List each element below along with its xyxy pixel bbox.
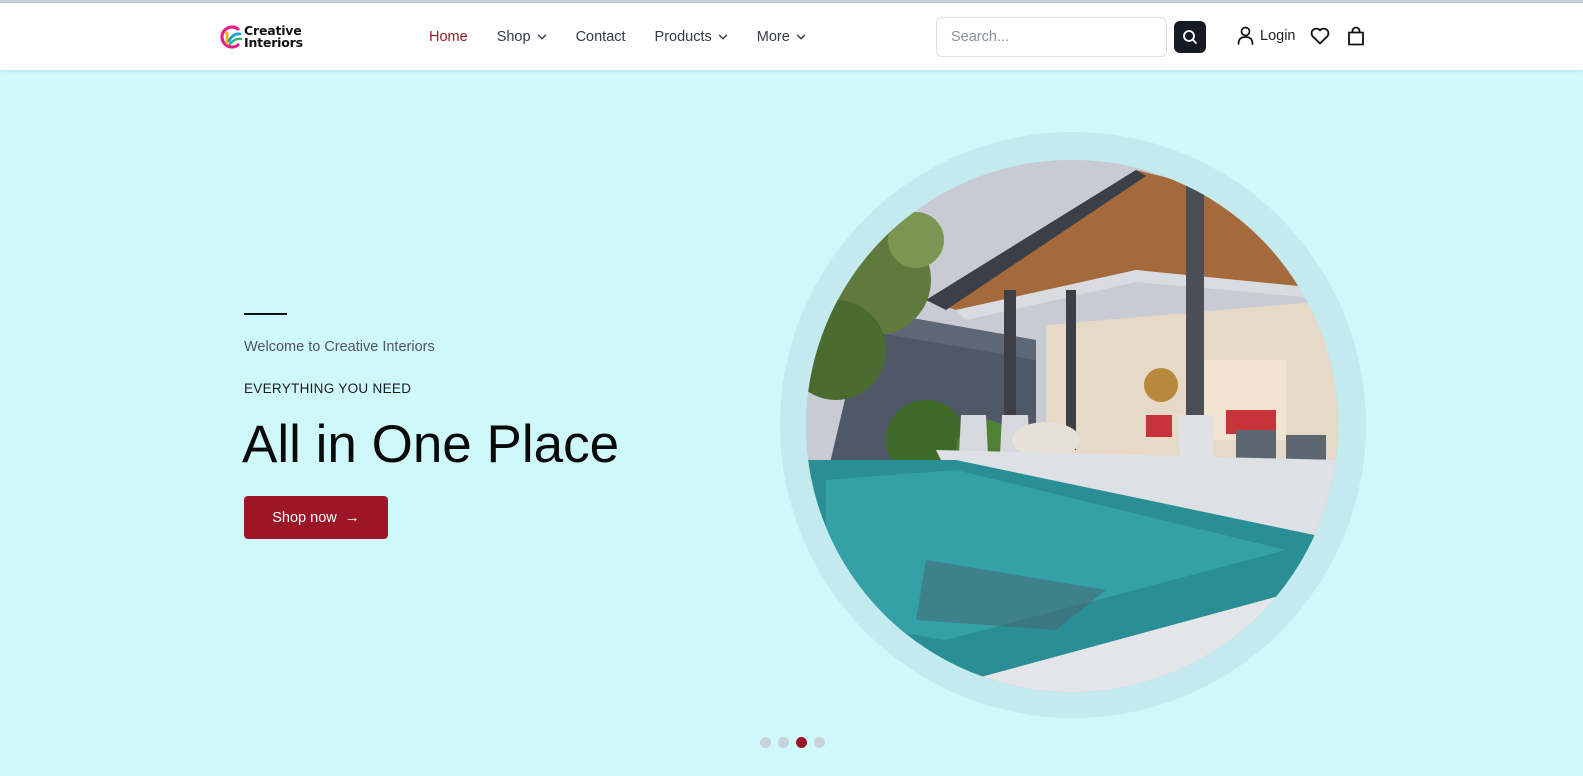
hero-eyebrow: EVERYTHING YOU NEED <box>244 381 412 396</box>
hero-accent-line <box>244 313 287 315</box>
shopping-bag-icon <box>1348 26 1364 46</box>
nav-item-label: Products <box>654 29 712 45</box>
logo-mark-icon <box>220 25 243 49</box>
nav-item-label: Shop <box>496 29 531 45</box>
wishlist-button[interactable] <box>1310 27 1330 50</box>
nav-item-more[interactable]: More <box>757 29 806 45</box>
site-header: Creative Interiors Home Shop Contact Pro… <box>0 3 1583 70</box>
brand-line-2: Interiors <box>244 35 303 50</box>
search-icon <box>1183 30 1197 44</box>
nav-item-contact[interactable]: Contact <box>576 29 626 45</box>
shop-now-button[interactable]: Shop now → <box>244 496 388 539</box>
nav-item-label: Contact <box>575 29 626 45</box>
login-link[interactable]: Login <box>1237 26 1295 45</box>
carousel-indicators <box>760 737 832 748</box>
nav-item-home[interactable]: Home <box>429 29 468 45</box>
chevron-down-icon <box>537 34 546 40</box>
carousel-dot[interactable] <box>760 737 771 748</box>
nav-item-label: Home <box>429 29 468 45</box>
cart-button[interactable] <box>1347 26 1365 51</box>
chevron-down-icon <box>796 34 806 40</box>
nav-item-shop[interactable]: Shop <box>497 29 547 45</box>
carousel-dot-active[interactable] <box>796 737 807 748</box>
brand-name: Creative Interiors <box>244 24 303 50</box>
heart-icon <box>1310 27 1330 45</box>
nav-item-label: More <box>756 29 790 45</box>
search-button[interactable] <box>1174 21 1206 53</box>
hero-welcome-text: Welcome to Creative Interiors <box>244 339 435 355</box>
user-icon <box>1237 26 1254 45</box>
main-nav: Home Shop Contact Products More <box>429 25 835 49</box>
brand-logo[interactable]: Creative Interiors <box>216 23 303 51</box>
nav-item-products[interactable]: Products <box>655 29 728 45</box>
shop-now-label: Shop now <box>272 509 337 526</box>
carousel-dot[interactable] <box>814 737 825 748</box>
hero-headline: All in One Place <box>242 415 620 474</box>
chevron-down-icon <box>718 34 727 40</box>
search-input[interactable] <box>936 17 1167 57</box>
login-label: Login <box>1260 27 1296 44</box>
hero-image <box>806 160 1338 692</box>
arrow-right-icon: → <box>344 509 360 526</box>
carousel-dot[interactable] <box>778 737 789 748</box>
villa-pool-illustration <box>806 160 1338 692</box>
